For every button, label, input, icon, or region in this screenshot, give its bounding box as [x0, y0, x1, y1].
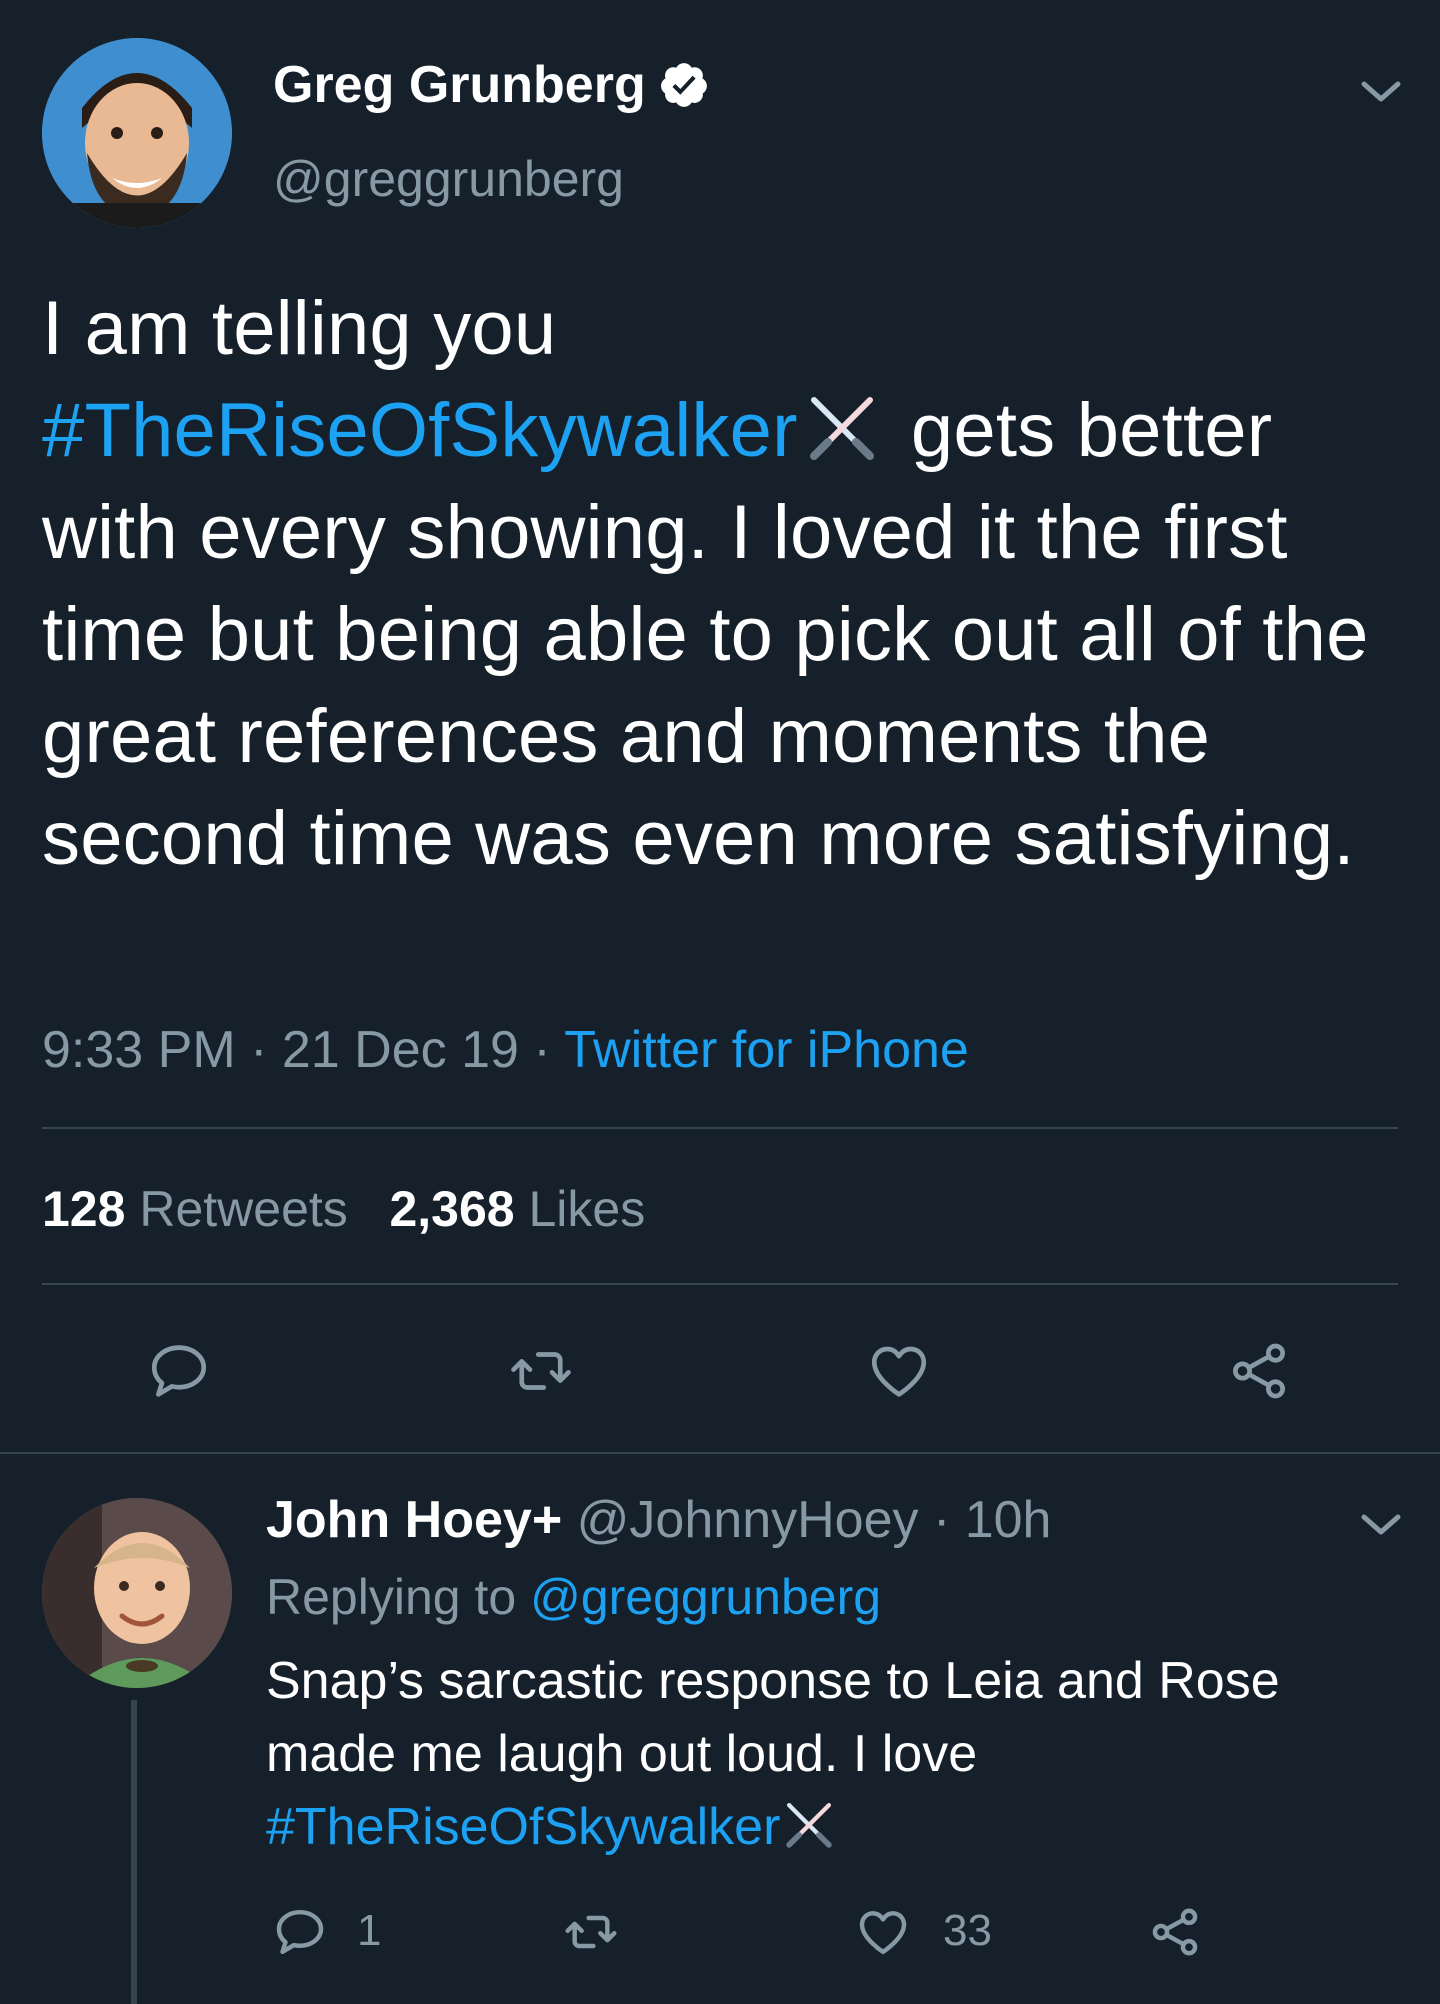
meta-separator: ·	[235, 1021, 282, 1079]
reply-age[interactable]: 10h	[965, 1491, 1052, 1549]
author-name[interactable]: Greg Grunberg	[273, 55, 646, 115]
likes-label: Likes	[528, 1181, 646, 1237]
replying-to-mention[interactable]: @greggrunberg	[530, 1569, 881, 1625]
retweet-icon[interactable]	[563, 1904, 619, 1960]
retweets-stat[interactable]: 128 Retweets	[42, 1181, 348, 1237]
hashtag-link[interactable]: #TheRiseOfSkywalker	[42, 388, 798, 473]
reply-author-avatar[interactable]	[42, 1498, 232, 1688]
reply-text: Snap’s sarcastic response to Leia and Ro…	[266, 1645, 1406, 1864]
reply-header: John Hoey+ @JohnnyHoey · 10h	[266, 1490, 1051, 1550]
reply-author-name[interactable]: John Hoey+	[266, 1491, 562, 1549]
meta-separator: ·	[518, 1021, 565, 1079]
section-divider	[0, 1452, 1440, 1454]
divider	[42, 1283, 1398, 1285]
likes-stat[interactable]: 2,368 Likes	[389, 1181, 645, 1237]
reply-hashtag-link[interactable]: #TheRiseOfSkywalker	[266, 1798, 780, 1856]
reply-text-body: Snap’s sarcastic response to Leia and Ro…	[266, 1652, 1280, 1783]
reply-count: 1	[357, 1906, 382, 1955]
author-name-row[interactable]: Greg Grunberg	[273, 55, 710, 115]
tweet-stats: 128 Retweets 2,368 Likes	[42, 1180, 645, 1238]
like-icon[interactable]	[855, 1904, 911, 1960]
verified-badge-icon	[660, 63, 707, 107]
divider	[42, 1127, 1398, 1129]
share-icon[interactable]	[1226, 1338, 1292, 1404]
tweet-text-intro: I am telling you	[42, 286, 557, 371]
meta-separator: ·	[918, 1491, 965, 1549]
lightsaber-emoji-icon	[809, 397, 874, 460]
like-count: 33	[943, 1906, 992, 1955]
chevron-down-icon[interactable]	[1358, 1509, 1404, 1539]
tweet-time[interactable]: 9:33 PM	[42, 1021, 236, 1079]
retweets-count: 128	[42, 1181, 126, 1237]
reply-icon[interactable]	[272, 1904, 328, 1960]
tweet-meta: 9:33 PM · 21 Dec 19 · Twitter for iPhone	[42, 1020, 969, 1080]
replying-to: Replying to @greggrunberg	[266, 1568, 881, 1626]
reply-icon[interactable]	[146, 1338, 212, 1404]
tweet-text: I am telling you #TheRiseOfSkywalker get…	[42, 278, 1412, 890]
author-handle[interactable]: @greggrunberg	[273, 150, 624, 208]
thread-line	[131, 1700, 137, 2004]
tweet-date[interactable]: 21 Dec 19	[282, 1021, 519, 1079]
replying-to-label: Replying to	[266, 1569, 517, 1625]
likes-count: 2,368	[389, 1181, 515, 1237]
retweet-icon[interactable]	[508, 1338, 574, 1404]
reply-author-handle[interactable]: @JohnnyHoey	[577, 1491, 919, 1549]
chevron-down-icon[interactable]	[1358, 76, 1404, 106]
lightsaber-emoji-icon	[786, 1802, 833, 1848]
like-icon[interactable]	[866, 1338, 932, 1404]
author-avatar[interactable]	[42, 38, 232, 228]
retweets-label: Retweets	[139, 1181, 348, 1237]
tweet-source-link[interactable]: Twitter for iPhone	[564, 1021, 969, 1079]
share-icon[interactable]	[1147, 1904, 1203, 1960]
